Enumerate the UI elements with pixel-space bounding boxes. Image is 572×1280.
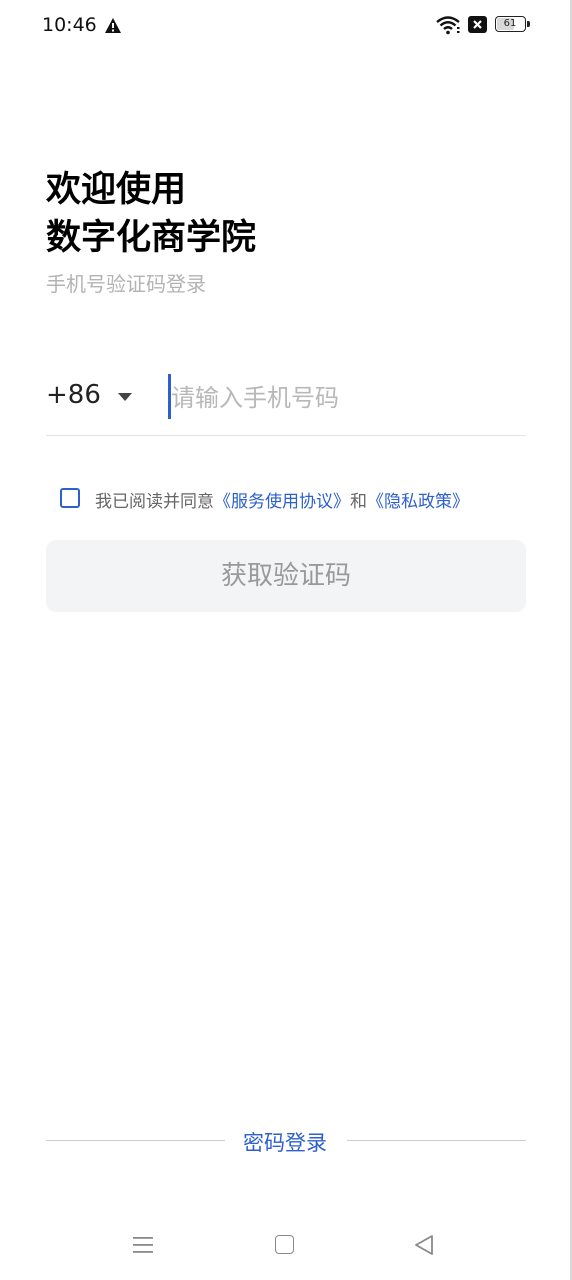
- battery-icon: 61: [495, 16, 526, 32]
- agreement-and: 和: [350, 492, 367, 512]
- password-login-link[interactable]: 密码登录: [243, 1127, 327, 1157]
- input-underline: [46, 435, 526, 436]
- app-name-title: 数字化商学院: [46, 218, 257, 258]
- privacy-policy-link[interactable]: 《隐私政策》: [367, 492, 469, 512]
- wifi-icon: [436, 16, 460, 35]
- phone-number-input[interactable]: [171, 376, 521, 420]
- status-bar: 10:46 61: [0, 0, 570, 52]
- battery-cap: [527, 21, 530, 27]
- warning-icon: [105, 18, 121, 33]
- battery-level: 61: [503, 18, 517, 29]
- agreement-text: 我已阅读并同意《服务使用协议》和《隐私政策》: [95, 487, 469, 512]
- agreement-prefix: 我已阅读并同意: [95, 492, 214, 512]
- service-agreement-link[interactable]: 《服务使用协议》: [214, 492, 350, 512]
- chevron-down-icon[interactable]: [117, 392, 133, 402]
- status-time: 10:46: [42, 14, 97, 36]
- agreement-checkbox[interactable]: [60, 488, 80, 508]
- get-verification-code-button[interactable]: 获取验证码: [46, 540, 526, 612]
- home-icon[interactable]: [275, 1235, 294, 1254]
- back-icon[interactable]: [414, 1234, 434, 1256]
- no-sim-icon: [468, 16, 487, 33]
- country-code-selector[interactable]: +86: [46, 380, 101, 410]
- footer-divider-left: [46, 1140, 225, 1141]
- login-mode-subtitle: 手机号验证码登录: [46, 272, 206, 296]
- menu-icon[interactable]: [132, 1235, 154, 1255]
- footer-divider-right: [347, 1140, 526, 1141]
- welcome-title: 欢迎使用: [46, 170, 187, 210]
